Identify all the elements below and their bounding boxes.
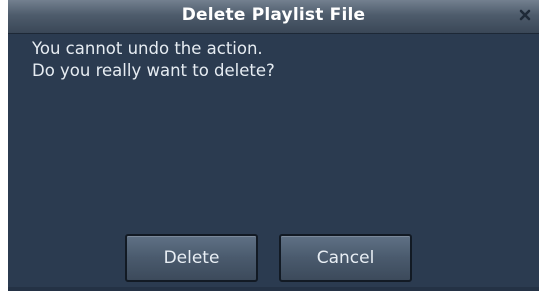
delete-button[interactable]: Delete bbox=[125, 234, 258, 282]
dialog-title: Delete Playlist File bbox=[181, 5, 366, 25]
delete-playlist-dialog: Delete Playlist File You cannot undo the… bbox=[8, 0, 539, 291]
dialog-bottom-edge bbox=[8, 287, 539, 291]
dialog-message: You cannot undo the action. Do you reall… bbox=[32, 38, 275, 82]
message-line-2: Do you really want to delete? bbox=[32, 61, 275, 80]
close-icon[interactable] bbox=[517, 7, 533, 23]
dialog-titlebar[interactable]: Delete Playlist File bbox=[8, 0, 539, 34]
message-line-1: You cannot undo the action. bbox=[32, 39, 263, 58]
cancel-button[interactable]: Cancel bbox=[279, 234, 412, 282]
